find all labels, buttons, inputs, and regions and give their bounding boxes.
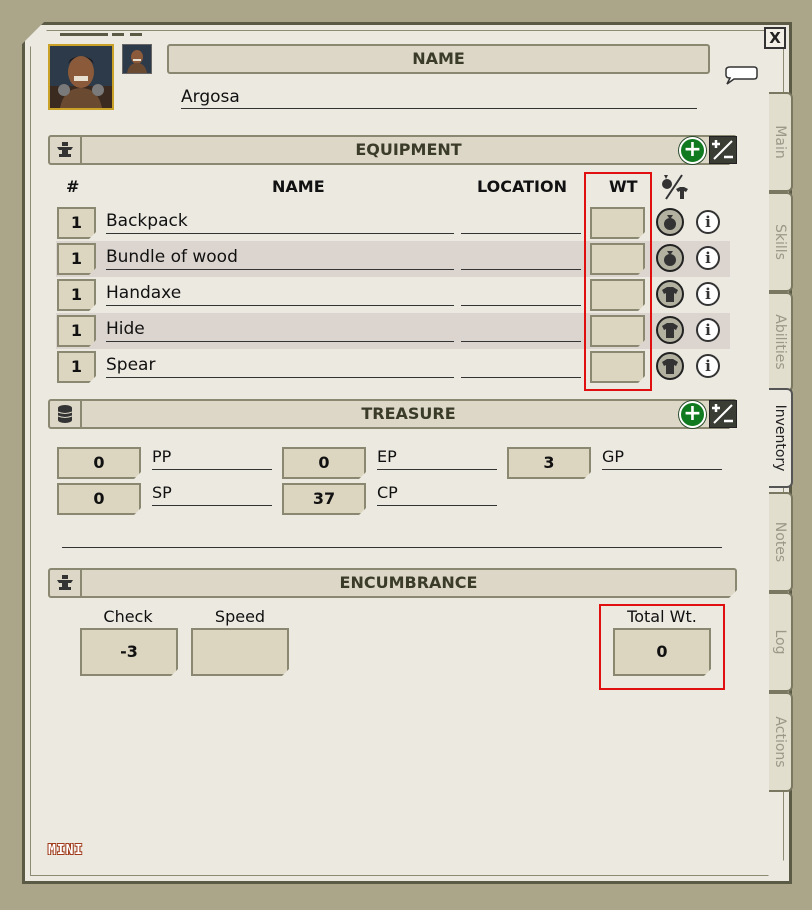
tab-log[interactable]: Log [769,592,793,692]
item-quantity[interactable]: 1 [57,351,96,383]
tab-main[interactable]: Main [769,92,793,192]
cp-label[interactable]: CP [377,483,497,506]
item-location[interactable] [461,209,581,234]
speed-value[interactable] [191,628,289,676]
item-location[interactable] [461,353,581,378]
encumbrance-title: ENCUMBRANCE [339,573,478,592]
gp-label[interactable]: GP [602,447,722,470]
item-name[interactable]: Hide [106,317,454,342]
corner-decoration [130,33,142,36]
info-icon[interactable]: i [696,246,720,270]
bag-icon[interactable] [656,244,684,272]
edit-plus-minus-icon [712,404,733,424]
tab-skills[interactable]: Skills [769,192,793,292]
shirt-icon[interactable] [656,352,684,380]
gp-amount[interactable]: 3 [507,447,591,479]
info-icon[interactable]: i [696,282,720,306]
speech-bubble-icon[interactable] [724,64,758,86]
token-portrait[interactable] [122,44,152,74]
name-header: NAME [167,44,710,74]
item-location[interactable] [461,245,581,270]
portrait-image [50,46,112,108]
close-button[interactable]: X [764,27,786,49]
edit-plus-minus-icon [712,140,733,160]
item-location[interactable] [461,281,581,306]
pp-label[interactable]: PP [152,447,272,470]
mini-button[interactable]: MINI [48,843,83,858]
tab-inventory[interactable]: Inventory [769,388,793,488]
tab-notes[interactable]: Notes [769,492,793,592]
add-equipment-button[interactable]: + [679,137,706,164]
coin-stack-icon [50,401,82,427]
encumbrance-section-header: ENCUMBRANCE [48,568,737,598]
carried-equipped-icon [662,174,688,200]
info-icon[interactable]: i [696,318,720,342]
edit-treasure-button[interactable] [709,400,737,428]
add-treasure-button[interactable]: + [679,401,706,428]
bag-icon[interactable] [656,208,684,236]
total-weight-highlight [599,604,725,690]
item-quantity[interactable]: 1 [57,315,96,347]
column-header-count: # [66,177,80,196]
weight-column-highlight [584,172,652,391]
check-value[interactable]: -3 [80,628,178,676]
sp-amount[interactable]: 0 [57,483,141,515]
shirt-icon[interactable] [656,280,684,308]
item-quantity[interactable]: 1 [57,243,96,275]
item-name[interactable]: Bundle of wood [106,245,454,270]
corner-decoration [112,33,124,36]
pp-amount[interactable]: 0 [57,447,141,479]
tab-abilities[interactable]: Abilities [769,292,793,392]
column-header-name[interactable]: NAME [272,176,325,198]
shirt-icon[interactable] [656,316,684,344]
item-location[interactable] [461,317,581,342]
item-name[interactable]: Backpack [106,209,454,234]
anvil-icon [50,570,82,596]
equipment-section-header: EQUIPMENT [48,135,737,165]
item-name[interactable]: Handaxe [106,281,454,306]
treasure-section-header: TREASURE [48,399,737,429]
section-divider [62,547,722,548]
sp-label[interactable]: SP [152,483,272,506]
anvil-icon [50,137,82,163]
item-quantity[interactable]: 1 [57,207,96,239]
info-icon[interactable]: i [696,354,720,378]
info-icon[interactable]: i [696,210,720,234]
item-name[interactable]: Spear [106,353,454,378]
ep-amount[interactable]: 0 [282,447,366,479]
speed-label: Speed [214,607,266,626]
column-header-location[interactable]: LOCATION [477,176,567,198]
equipment-title: EQUIPMENT [355,140,462,159]
token-image [123,45,151,73]
character-portrait[interactable] [48,44,114,110]
ep-label[interactable]: EP [377,447,497,470]
character-name-field[interactable]: Argosa [181,86,697,109]
corner-decoration [60,33,108,36]
item-quantity[interactable]: 1 [57,279,96,311]
treasure-title: TREASURE [361,404,456,423]
edit-equipment-button[interactable] [709,136,737,164]
tab-actions[interactable]: Actions [769,692,793,792]
check-label: Check [103,607,153,626]
cp-amount[interactable]: 37 [282,483,366,515]
